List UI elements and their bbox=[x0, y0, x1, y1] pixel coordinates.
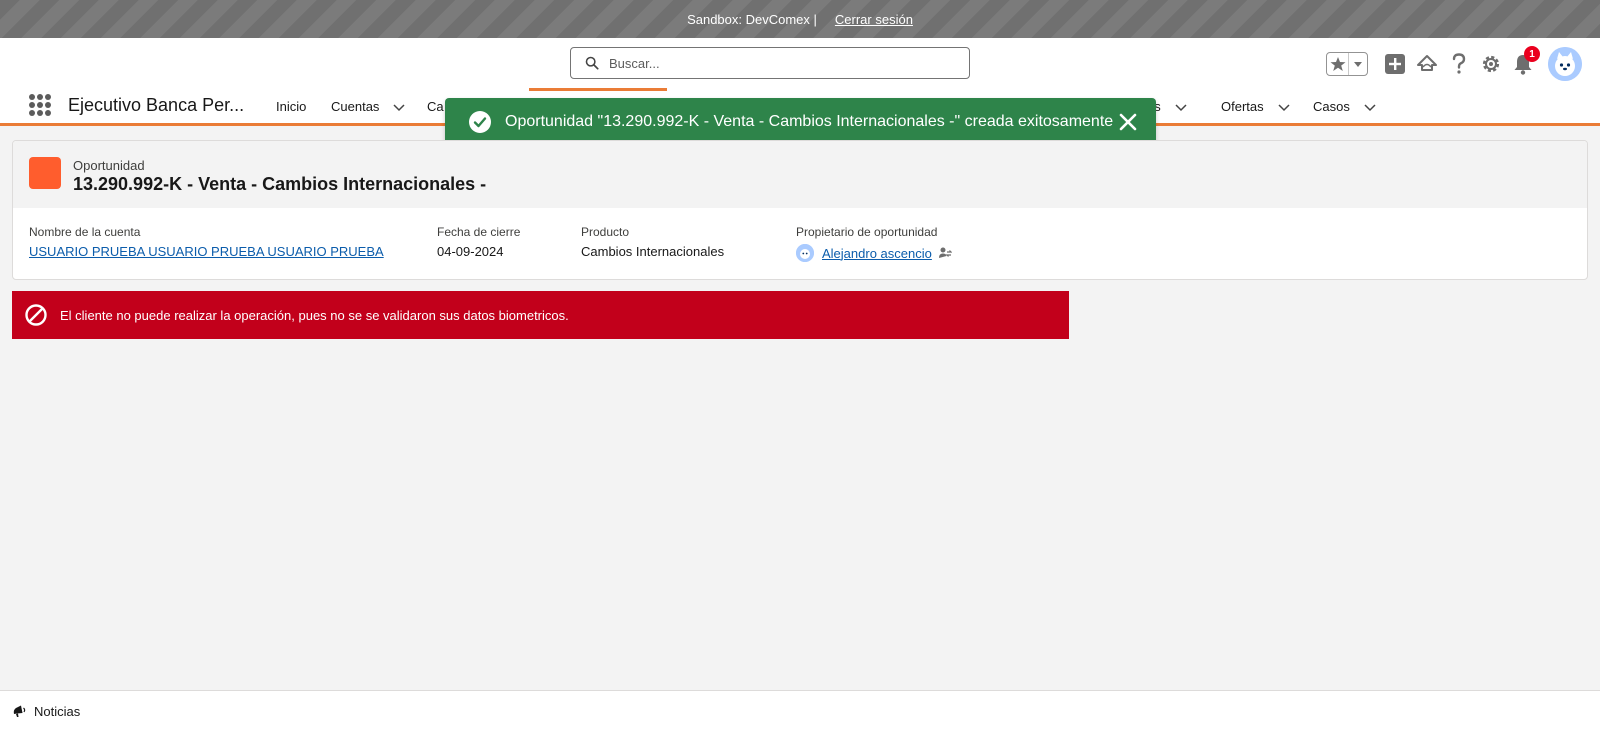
setup-gear-icon[interactable] bbox=[1480, 53, 1502, 75]
close-icon[interactable] bbox=[1116, 110, 1140, 134]
search-input[interactable] bbox=[609, 55, 949, 71]
chevron-down-icon[interactable] bbox=[1364, 101, 1376, 113]
field-product: Producto Cambios Internacionales bbox=[581, 225, 724, 259]
notification-count-badge: 1 bbox=[1524, 46, 1540, 62]
chevron-down-icon[interactable] bbox=[1175, 101, 1187, 113]
favorites-group bbox=[1326, 52, 1368, 76]
ban-icon bbox=[25, 304, 47, 326]
notifications-bell-icon[interactable]: 1 bbox=[1512, 46, 1540, 75]
nav-item-label: Ofertas bbox=[1221, 99, 1264, 114]
news-feed-icon bbox=[13, 705, 26, 717]
app-name: Ejecutivo Banca Per... bbox=[68, 95, 245, 115]
nav-item-label: Casos bbox=[1313, 99, 1350, 114]
header-icons: 1 bbox=[1326, 46, 1582, 81]
field-opportunity-owner: Propietario de oportunidad Alejandro asc… bbox=[796, 225, 952, 262]
add-icon[interactable] bbox=[1384, 53, 1406, 75]
field-label: Producto bbox=[581, 225, 630, 239]
success-toast: Oportunidad "13.290.992-K - Venta - Camb… bbox=[445, 98, 1156, 146]
field-label: Propietario de oportunidad bbox=[796, 225, 938, 239]
chevron-down-icon[interactable] bbox=[1349, 53, 1367, 75]
error-banner: El cliente no puede realizar la operació… bbox=[12, 291, 1069, 339]
owner-link[interactable]: Alejandro ascencio bbox=[822, 246, 932, 261]
chevron-down-icon[interactable] bbox=[393, 101, 405, 113]
sandbox-label: Sandbox: DevComex | bbox=[687, 11, 817, 27]
field-label: Nombre de la cuenta bbox=[29, 225, 141, 239]
error-message: El cliente no puede realizar la operació… bbox=[60, 307, 569, 323]
field-value: Cambios Internacionales bbox=[581, 244, 725, 259]
avatar[interactable] bbox=[1548, 47, 1582, 81]
news-utility-item[interactable]: Noticias bbox=[12, 704, 80, 719]
active-tab-indicator bbox=[529, 88, 667, 91]
owner-avatar bbox=[796, 244, 814, 262]
change-owner-icon[interactable] bbox=[938, 246, 952, 260]
sandbox-bar: Sandbox: DevComex | Cerrar sesión bbox=[0, 0, 1600, 38]
favorites-star-icon[interactable] bbox=[1327, 53, 1349, 75]
nav-item-label: Cuentas bbox=[331, 99, 380, 114]
trailhead-icon[interactable] bbox=[1416, 53, 1438, 75]
field-label: Fecha de cierre bbox=[437, 225, 521, 239]
opportunity-icon bbox=[29, 157, 61, 189]
waffle-icon[interactable] bbox=[29, 94, 51, 116]
record-type-label: Oportunidad bbox=[73, 158, 145, 173]
nav-item-cuentas[interactable]: Cuentas bbox=[331, 99, 405, 114]
toast-message: Oportunidad "13.290.992-K - Venta - Camb… bbox=[505, 113, 1114, 130]
chevron-down-icon[interactable] bbox=[1278, 101, 1290, 113]
search-icon bbox=[585, 56, 599, 70]
success-check-icon bbox=[469, 111, 491, 133]
help-icon[interactable] bbox=[1448, 53, 1470, 75]
nav-item-partial[interactable]: Ca bbox=[427, 99, 444, 114]
record-header: Oportunidad 13.290.992-K - Venta - Cambi… bbox=[13, 141, 1587, 208]
nav-item-inicio[interactable]: Inicio bbox=[276, 99, 306, 114]
logout-link[interactable]: Cerrar sesión bbox=[835, 12, 913, 27]
account-link[interactable]: USUARIO PRUEBA USUARIO PRUEBA USUARIO PR… bbox=[29, 244, 384, 259]
nav-item-label: Inicio bbox=[276, 99, 307, 114]
news-label: Noticias bbox=[34, 703, 81, 719]
nav-item-label: Ca bbox=[427, 99, 444, 114]
nav-item-ofertas[interactable]: Ofertas bbox=[1221, 99, 1290, 114]
nav-item-casos[interactable]: Casos bbox=[1313, 99, 1376, 114]
global-header: 1 bbox=[0, 38, 1600, 88]
field-account-name: Nombre de la cuenta USUARIO PRUEBA USUAR… bbox=[29, 225, 384, 259]
field-value: 04-09-2024 bbox=[437, 244, 504, 259]
utility-bar: Noticias bbox=[0, 690, 1600, 731]
field-close-date: Fecha de cierre 04-09-2024 bbox=[437, 225, 520, 259]
global-search[interactable] bbox=[570, 47, 970, 79]
record-highlights-card: Oportunidad 13.290.992-K - Venta - Cambi… bbox=[12, 140, 1588, 280]
record-title: 13.290.992-K - Venta - Cambios Internaci… bbox=[73, 174, 487, 194]
